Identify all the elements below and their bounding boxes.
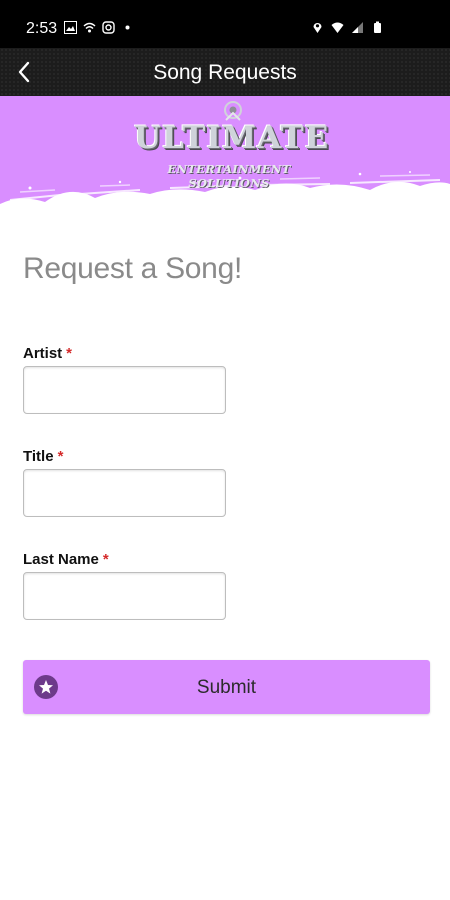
artist-label: Artist * <box>23 345 72 362</box>
required-marker: * <box>57 448 64 465</box>
company-logo: ULTIMATE ENTERTAINMENT SOLUTIONS <box>132 100 328 190</box>
required-marker: * <box>66 345 73 362</box>
wifi-call-icon <box>83 22 96 33</box>
form-heading: Request a Song! <box>23 252 242 285</box>
page-title: Song Requests <box>153 61 297 84</box>
title-input[interactable] <box>23 469 226 517</box>
title-label-text: Title <box>23 448 54 465</box>
logo-wordmark: ULTIMATE <box>134 120 330 156</box>
location-icon <box>313 23 322 33</box>
submit-button[interactable]: Submit <box>23 660 430 714</box>
system-icons <box>311 21 384 34</box>
wifi-icon <box>331 22 344 33</box>
image-icon <box>64 21 77 34</box>
artist-input[interactable] <box>23 366 226 414</box>
instagram-icon <box>102 21 115 34</box>
battery-icon <box>374 21 381 33</box>
signal-icon <box>352 22 363 33</box>
required-marker: * <box>102 551 109 568</box>
notification-icons <box>64 21 134 34</box>
logo-tagline: ENTERTAINMENT SOLUTIONS <box>167 162 291 190</box>
dot-icon <box>125 25 130 30</box>
last-name-label-text: Last Name <box>23 551 99 568</box>
app-header: Song Requests <box>0 48 450 96</box>
title-label: Title * <box>23 448 63 465</box>
status-bar: 2:53 <box>0 0 450 48</box>
submit-label: Submit <box>196 677 257 698</box>
last-name-input[interactable] <box>23 572 226 620</box>
brand-banner: ULTIMATE ENTERTAINMENT SOLUTIONS <box>0 96 450 224</box>
artist-label-text: Artist <box>23 345 63 362</box>
last-name-label: Last Name * <box>23 551 109 568</box>
status-time: 2:53 <box>26 20 58 37</box>
logo-emblem-icon <box>224 101 242 121</box>
